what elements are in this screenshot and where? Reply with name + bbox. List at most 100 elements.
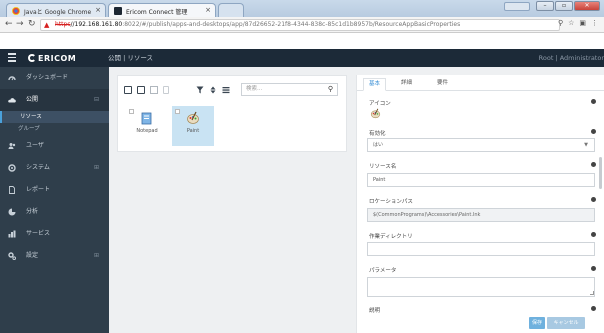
sidebar-item-analytics[interactable]: 分析	[0, 201, 109, 223]
reload-icon[interactable]: ↻	[28, 19, 36, 30]
url-path: :8022/#/publish/apps-and-desktops/app/87…	[122, 21, 461, 28]
forward-icon[interactable]: →	[16, 19, 24, 30]
resource-name-label: リソース名	[369, 164, 397, 170]
tab-java-chrome[interactable]: Javaと Google Chrome ×	[6, 3, 106, 17]
settings-icon	[8, 252, 16, 260]
tab-advanced[interactable]: 詳細	[401, 78, 412, 91]
location-path-label: ロケーションパス	[369, 199, 413, 205]
sidebar-subitem-groups[interactable]: グループ	[0, 123, 109, 135]
save-button[interactable]: 保存	[529, 317, 545, 329]
sidebar-item-settings[interactable]: 設定 ⊞	[0, 245, 109, 267]
sidebar-item-label: システム	[26, 164, 50, 171]
parameters-textarea[interactable]	[367, 277, 595, 297]
menu-icon[interactable]: ⋮	[591, 19, 598, 27]
sidebar-item-label: ダッシュボード	[26, 74, 69, 81]
add-app-icon[interactable]	[124, 86, 132, 94]
sidebar-subitem-resources[interactable]: リソース	[0, 111, 109, 123]
sort-icon[interactable]	[209, 86, 217, 94]
app-item-paint[interactable]: Paint	[172, 106, 214, 146]
hamburger-icon[interactable]	[8, 53, 16, 64]
sidebar-item-reports[interactable]: レポート	[0, 179, 109, 201]
list-view-icon[interactable]	[222, 86, 230, 94]
info-icon[interactable]	[591, 197, 596, 202]
app-header: ERICOM 公開 | リソース Root | Administrator	[0, 49, 604, 67]
maximize-button[interactable]: ▫	[555, 1, 573, 11]
window-controls: – ▫ ✕	[536, 1, 600, 11]
address-icons: ⚲ ☆ ▣ ⋮	[558, 19, 598, 27]
tab-requirements[interactable]: 要件	[437, 78, 448, 91]
sidebar-item-publish[interactable]: 公開 ⊟	[0, 89, 109, 111]
paint-icon[interactable]	[370, 108, 381, 119]
sidebar-item-label: レポート	[26, 186, 51, 193]
url-host: //192.168.161.80	[70, 21, 123, 28]
tab-ericom-connect[interactable]: Ericom Connect 管理 ×	[108, 3, 216, 17]
select-checkbox[interactable]	[175, 109, 180, 114]
scrollbar[interactable]	[599, 157, 602, 189]
delete-icon[interactable]	[163, 86, 169, 94]
ericom-logo: ERICOM	[28, 53, 76, 63]
resource-name-input[interactable]: Paint	[367, 173, 595, 187]
dashboard-icon	[8, 76, 16, 81]
notepad-icon	[141, 112, 152, 125]
sidebar-item-label: サービス	[26, 230, 51, 237]
expand-icon[interactable]: ⊟	[94, 89, 99, 111]
breadcrumb: 公開 | リソース	[108, 54, 153, 62]
info-icon[interactable]	[591, 99, 596, 104]
select-checkbox[interactable]	[129, 109, 134, 114]
description-label: 説明	[369, 308, 381, 314]
close-icon[interactable]: ×	[95, 6, 101, 14]
services-icon	[8, 230, 16, 238]
new-tab-button[interactable]	[218, 3, 244, 17]
parameters-label: パラメータ	[369, 268, 397, 274]
extension-icon[interactable]: ▣	[579, 19, 586, 27]
properties-tabs: 基本 詳細 要件	[357, 75, 604, 91]
close-icon[interactable]: ×	[205, 6, 211, 14]
sidebar-item-label: ユーザ	[26, 142, 44, 149]
system-icon	[8, 164, 16, 172]
user-menu[interactable]: Root | Administrator	[539, 49, 604, 67]
info-icon[interactable]	[591, 266, 596, 271]
resize-handle[interactable]	[590, 291, 594, 295]
cancel-button[interactable]: キャンセル	[547, 317, 585, 329]
url-field[interactable]: ▲ https//192.168.161.80:8022/#/publish/a…	[40, 19, 560, 31]
window-close-button[interactable]: ✕	[574, 1, 600, 11]
filter-icon[interactable]	[196, 86, 204, 94]
tab-basic[interactable]: 基本	[363, 78, 387, 91]
info-icon[interactable]	[591, 232, 596, 237]
properties-panel: 基本 詳細 要件 アイコン 有効化 はい ▼ リソース名 Paint ロケーショ…	[356, 75, 604, 333]
enabled-value: はい	[373, 142, 384, 148]
sidebar: ダッシュボード 公開 ⊟ リソース グループ ユーザ システム ⊞ レポート 分…	[0, 67, 109, 333]
info-icon[interactable]	[591, 162, 596, 167]
info-icon[interactable]	[591, 129, 596, 134]
add-desktop-icon[interactable]	[137, 86, 145, 94]
cloud-icon	[8, 98, 16, 103]
url-scheme: https	[55, 21, 71, 28]
back-icon[interactable]: ←	[5, 19, 13, 30]
browser-user-button[interactable]	[504, 2, 530, 11]
sidebar-item-dashboard[interactable]: ダッシュボード	[0, 67, 109, 89]
zoom-icon[interactable]: ⚲	[558, 19, 563, 27]
star-icon[interactable]: ☆	[568, 19, 574, 27]
sidebar-item-services[interactable]: サービス	[0, 223, 109, 245]
minimize-button[interactable]: –	[536, 1, 554, 11]
enabled-label: 有効化	[369, 131, 386, 137]
sidebar-item-label: 公開	[26, 96, 39, 103]
working-dir-input[interactable]	[367, 242, 595, 256]
working-dir-label: 作業ディレクトリ	[369, 234, 413, 240]
search-icon[interactable]: ⚲	[328, 84, 333, 95]
grid-view-icon[interactable]	[150, 86, 158, 94]
ericom-logo-mark	[28, 54, 36, 62]
expand-icon[interactable]: ⊞	[94, 157, 99, 179]
icon-label: アイコン	[369, 101, 391, 107]
location-path-input[interactable]: $(CommonPrograms)\Accessories\Paint.lnk	[367, 208, 595, 222]
app-item-notepad[interactable]: Notepad	[126, 106, 168, 146]
sidebar-item-system[interactable]: システム ⊞	[0, 157, 109, 179]
info-icon[interactable]	[591, 306, 596, 311]
expand-icon[interactable]: ⊞	[94, 245, 99, 267]
enabled-select[interactable]: はい ▼	[367, 138, 595, 152]
browser-titlebar: Javaと Google Chrome × Ericom Connect 管理 …	[0, 0, 604, 17]
report-icon	[9, 186, 15, 194]
search-input[interactable]: 検索... ⚲	[241, 83, 338, 96]
sidebar-item-users[interactable]: ユーザ	[0, 135, 109, 157]
caret-down-icon: ▼	[584, 142, 588, 148]
